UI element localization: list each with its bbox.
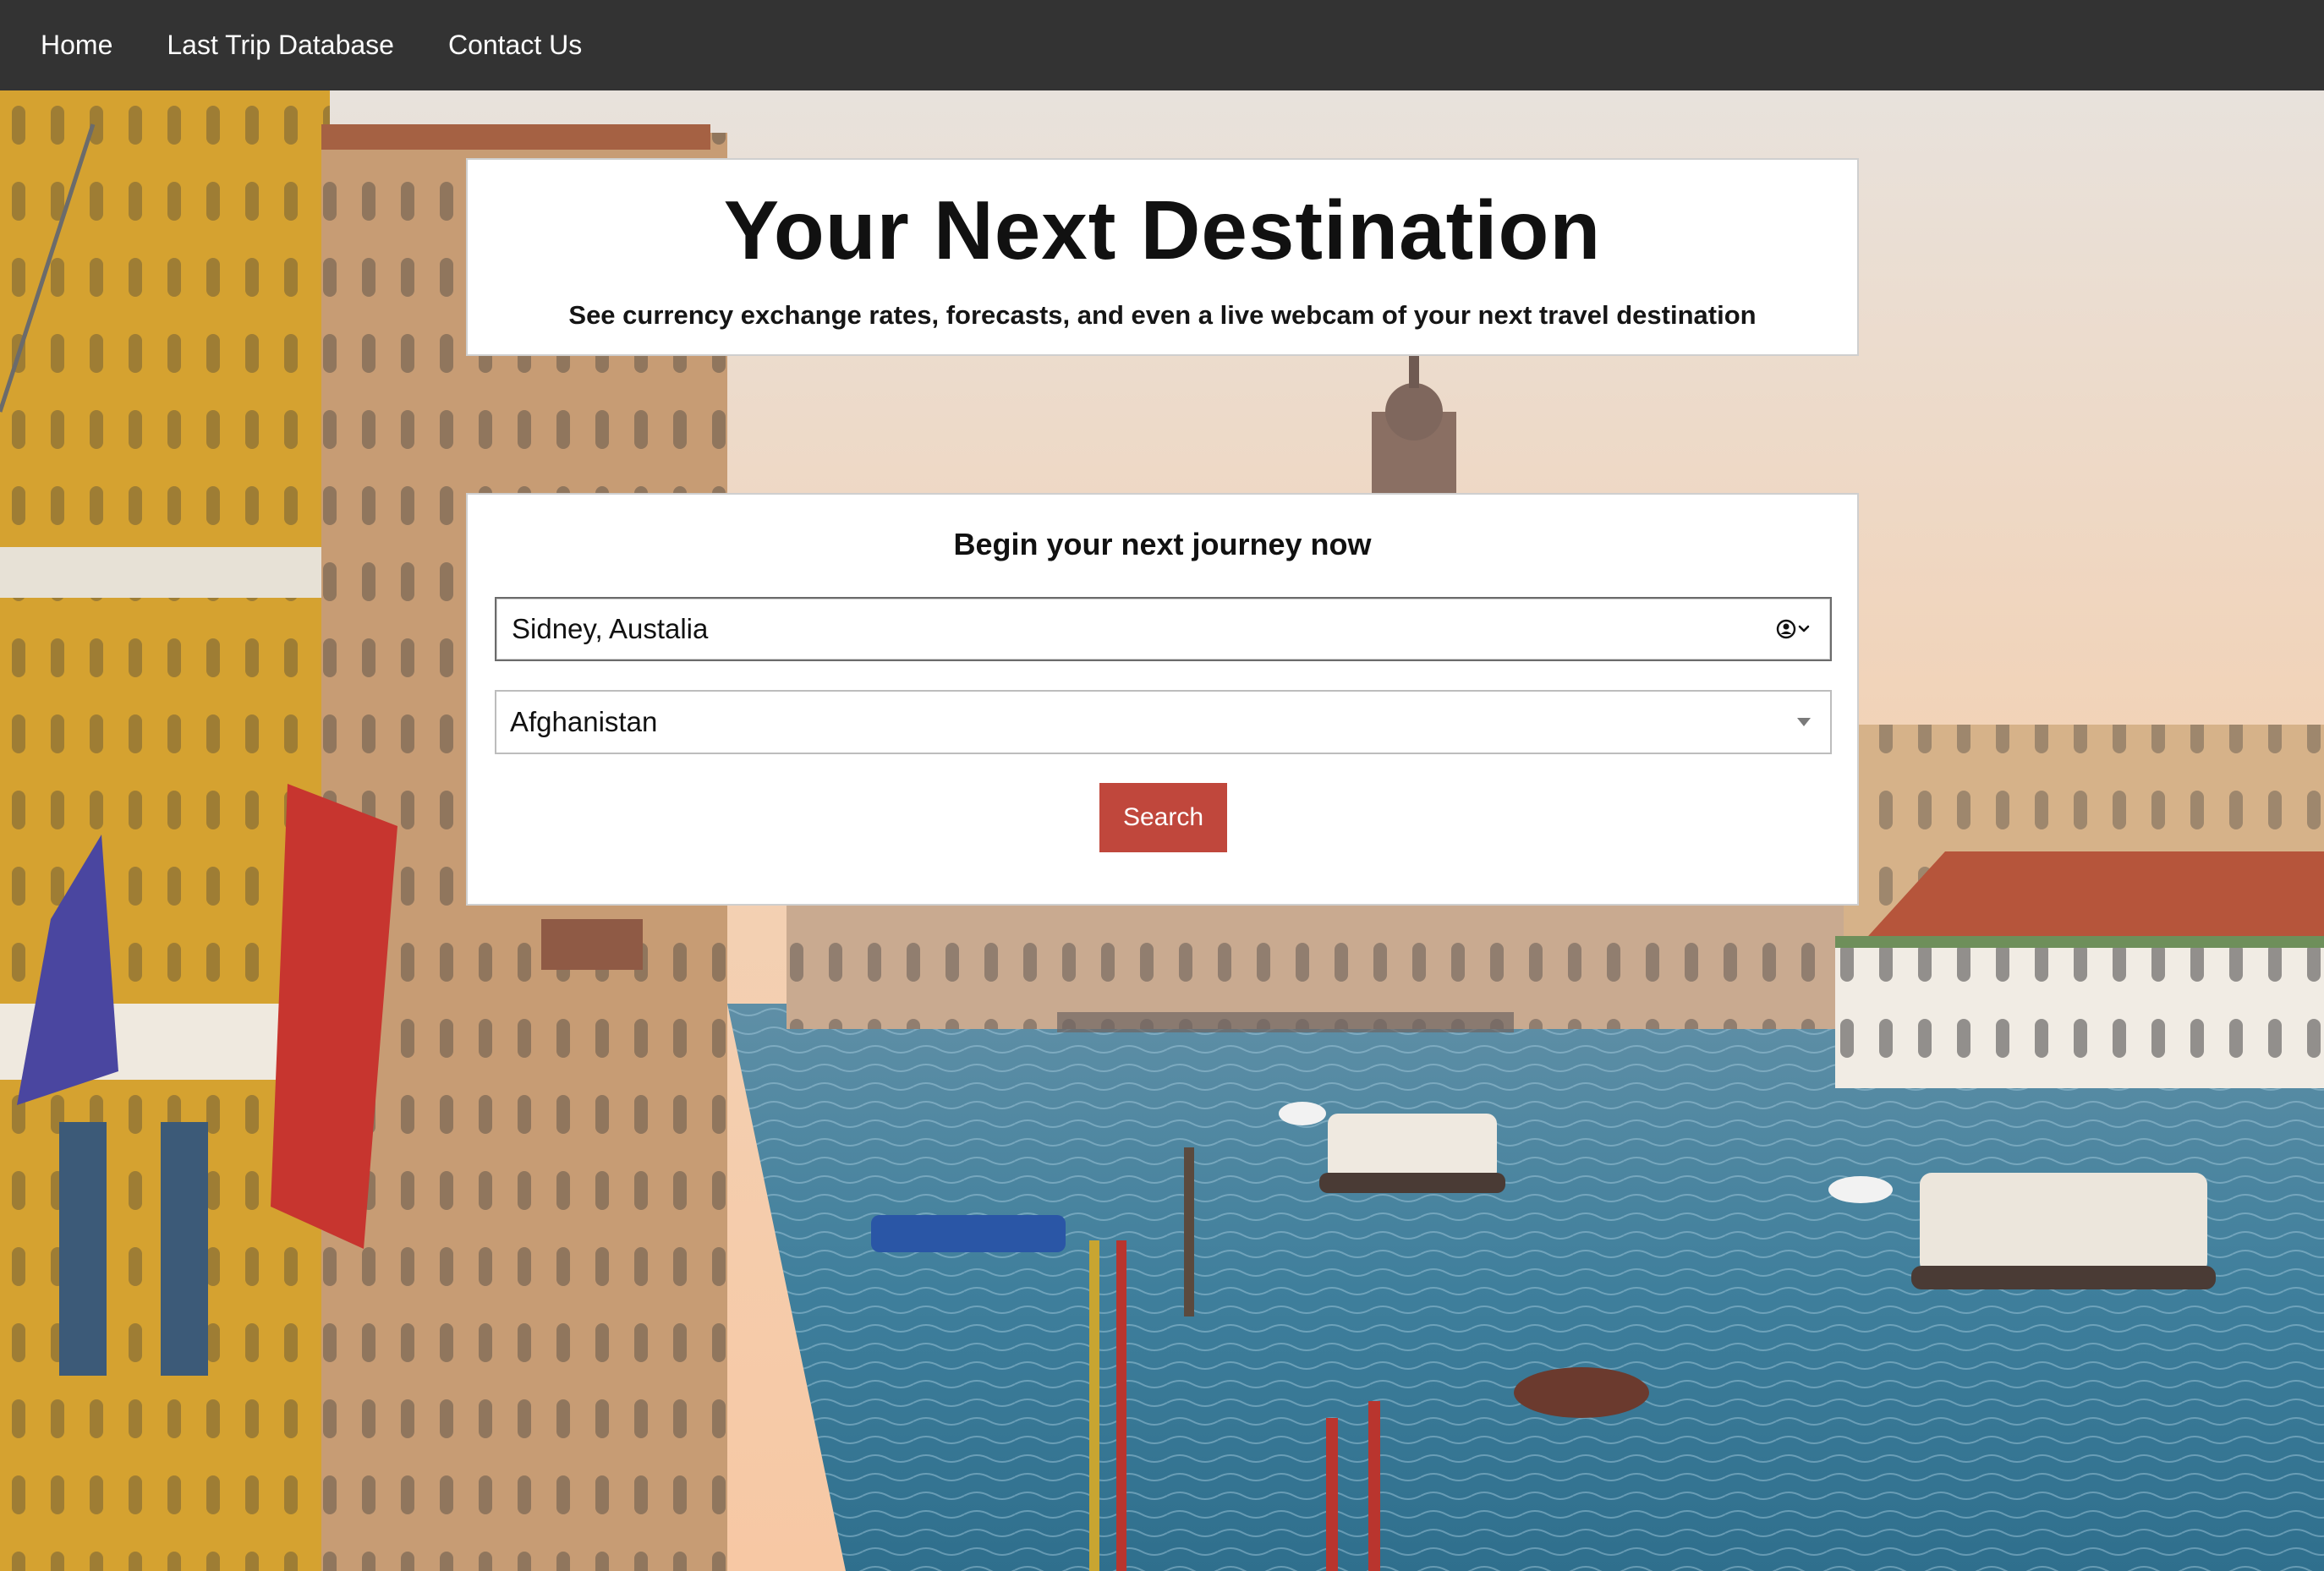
city-input[interactable] [510,612,1776,646]
city-field[interactable] [495,597,1832,661]
top-navbar: Home Last Trip Database Contact Us [0,0,2324,90]
search-card: Begin your next journey now Afghanistan … [466,493,1859,906]
search-heading: Begin your next journey now [953,527,1372,561]
hero-card: Your Next Destination See currency excha… [466,158,1859,356]
nav-home[interactable]: Home [0,0,140,90]
nav-last-trip-database[interactable]: Last Trip Database [140,0,421,90]
search-button[interactable]: Search [1099,783,1227,852]
contact-card-icon[interactable] [1776,618,1812,640]
nav-contact-us[interactable]: Contact Us [421,0,609,90]
page-subtitle: See currency exchange rates, forecasts, … [568,299,1757,330]
country-selected-value: Afghanistan [510,706,658,737]
caret-down-icon [1796,717,1812,727]
page-title: Your Next Destination [723,183,1602,276]
country-select[interactable]: Afghanistan [495,690,1832,754]
